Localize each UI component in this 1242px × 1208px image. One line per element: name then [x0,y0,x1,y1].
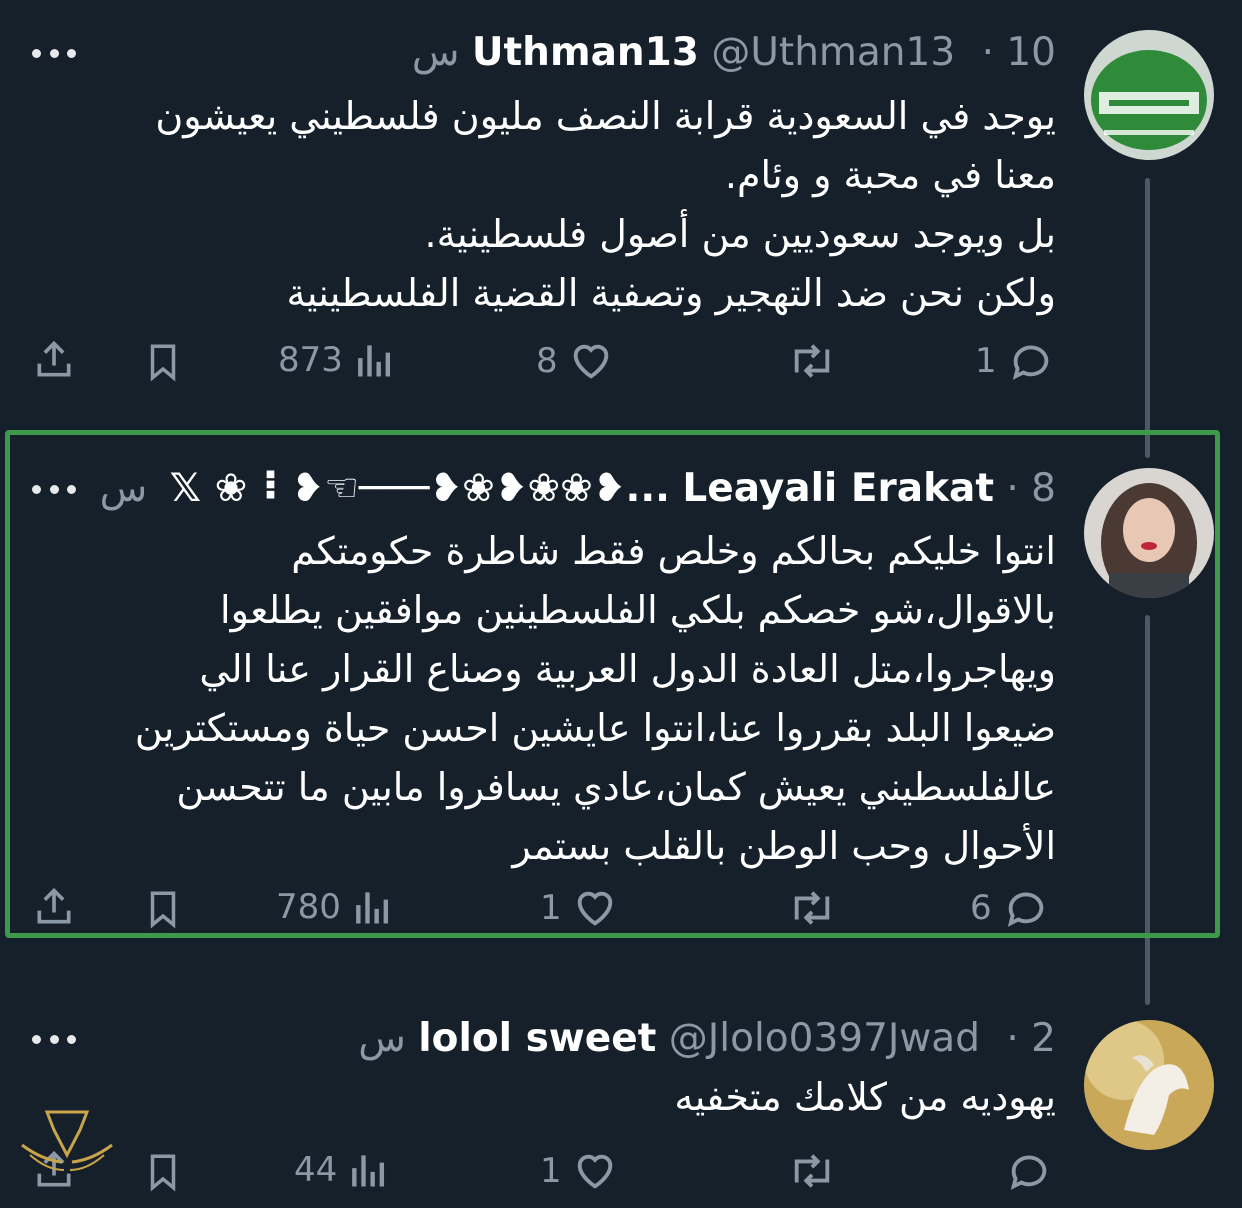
like-icon [573,344,608,379]
reply-icon [1007,892,1043,927]
replies-count: 1 [975,341,997,381]
likes-count: 1 [540,888,562,928]
likes-count: 1 [540,1151,562,1191]
reply-icon [1012,345,1048,380]
bookmark-icon [150,1154,176,1192]
tweet-header: Uthman13 @Uthman13 · 10 س [411,30,1056,75]
views-button[interactable]: 873 [278,338,397,382]
author-name[interactable]: lolol sweet [418,1016,656,1061]
action-bar: 44 1 [0,1148,1242,1208]
reply-icon [1010,1155,1047,1190]
views-count: 780 [276,887,341,927]
tweet[interactable]: lolol sweet @Jlolo0397Jwad · 2 س يهوديه … [0,1000,1242,1201]
replies-count: 6 [970,888,992,928]
retweet-button[interactable] [786,1148,838,1194]
reply-button[interactable]: 1 [975,338,1055,384]
avatar[interactable] [1084,468,1214,598]
tweet-line: انتوا خليكم بحالكم وخلص فقط شاطرة حكومتك… [291,529,1056,573]
tweet-line: يوجد في السعودية قرابة النصف مليون فلسطي… [155,94,1056,138]
views-count: 873 [278,340,343,380]
views-count: 44 [294,1150,338,1190]
watermark-logo [12,1100,122,1195]
author-name[interactable]: Uthman13 [472,30,699,75]
retweet-button[interactable] [786,338,838,384]
author-name[interactable]: Leayali Erakat [682,466,994,511]
reply-button[interactable] [1005,1148,1053,1194]
tweet[interactable]: 𝕏 ❀ ⠇❥☜───❥❀❥❀❀❥... Leayali Erakat · 8 س… [0,430,1242,950]
retweet-icon [794,891,830,925]
avatar[interactable] [1084,30,1214,160]
author-handle[interactable]: @Jlolo0397Jwad [669,1016,980,1061]
more-icon[interactable] [32,479,76,499]
retweet-icon [794,1154,830,1188]
like-button[interactable]: 1 [540,1148,618,1194]
likes-count: 8 [536,341,558,381]
views-icon [352,1155,385,1187]
views-button[interactable]: 780 [276,885,395,929]
tweet-header: lolol sweet @Jlolo0397Jwad · 2 س [358,1016,1056,1061]
views-icon [358,345,390,377]
bookmark-icon [150,344,176,382]
tweet-line: عالفلسطيني يعيش كمان،عادي يسافروا مابين … [176,765,1056,809]
tweet-line: يهوديه من كلامك متخفيه [674,1075,1056,1119]
bookmark-button[interactable] [142,885,184,933]
share-icon [37,340,71,377]
tweet-line: ويهاجروا،متل العادة الدول العربية وصناع … [199,647,1056,691]
like-icon [577,1154,612,1189]
tweet[interactable]: Uthman13 @Uthman13 · 10 س يوجد في السعود… [0,0,1242,430]
tweet-line: ولكن نحن ضد التهجير وتصفية القضية الفلسط… [286,271,1056,315]
views-button[interactable]: 44 [294,1148,391,1192]
tweet-header: 𝕏 ❀ ⠇❥☜───❥❀❥❀❀❥... Leayali Erakat · 8 س [99,466,1056,511]
author-handle[interactable]: @Uthman13 [711,30,955,75]
like-button[interactable]: 8 [536,338,614,384]
tweet-line: بل ويوجد سعوديين من أصول فلسطينية. [424,212,1056,256]
like-icon [577,891,612,926]
views-icon [356,892,388,924]
share-button[interactable] [32,885,76,929]
tweet-text: يوجد في السعودية قرابة النصف مليون فلسطي… [56,87,1056,323]
action-bar: 873 8 1 [0,338,1242,398]
tweet-text: انتوا خليكم بحالكم وخلص فقط شاطرة حكومتك… [56,522,1056,876]
tweet-text: يهوديه من كلامك متخفيه [56,1068,1056,1127]
author-decoration[interactable]: 𝕏 ❀ ⠇❥☜───❥❀❥❀❀❥... [170,466,670,511]
more-icon[interactable] [32,1029,76,1049]
bookmark-button[interactable] [142,1148,184,1196]
avatar[interactable] [1084,1020,1214,1150]
bookmark-button[interactable] [142,338,184,386]
tweet-line: ضيعوا البلد بقرروا عنا،انتوا عايشين احسن… [134,706,1056,750]
retweet-icon [794,344,830,378]
more-icon[interactable] [32,43,76,63]
retweet-button[interactable] [786,885,838,931]
reply-button[interactable]: 6 [970,885,1050,931]
tweet-line: الأحوال وحب الوطن بالقلب بستمر [512,824,1056,868]
like-button[interactable]: 1 [540,885,618,931]
action-bar: 780 1 6 [0,885,1242,945]
bookmark-icon [150,891,176,929]
share-icon [37,887,71,924]
tweet-line: بالاقوال،شو خصكم بلكي الفلسطينين موافقين… [220,588,1056,632]
share-button[interactable] [32,338,76,382]
tweet-line: معنا في محبة و وئام. [724,153,1056,197]
